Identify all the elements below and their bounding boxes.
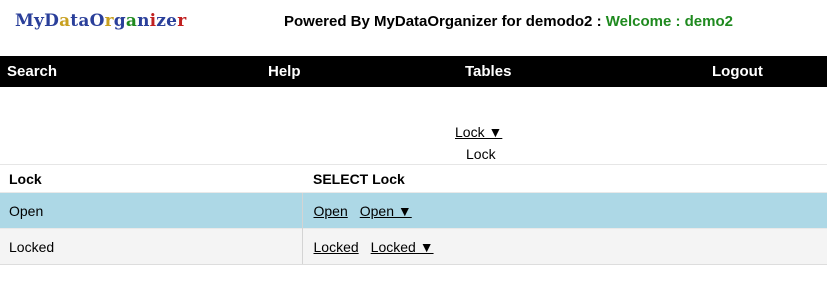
logo-letter: r [104, 11, 114, 31]
table-header-row: Lock SELECT Lock [0, 164, 827, 193]
logo-letter: e [166, 11, 178, 31]
open-dropdown-link[interactable]: Open ▼ [360, 203, 412, 219]
column-header-select-lock: SELECT Lock [302, 164, 827, 193]
powered-by-banner: Powered By MyDataOrganizer for demodo2 :… [284, 13, 733, 30]
main-nav: Search Help Tables Logout [0, 56, 827, 87]
lock-filter-label: Lock [466, 146, 496, 162]
logo-letter: M [15, 11, 35, 31]
logo-letter: z [156, 11, 167, 31]
logo-letter: a [78, 11, 90, 31]
lock-filter-dropdown[interactable]: Lock ▼ [455, 124, 502, 140]
select-locked-link[interactable]: Locked [314, 239, 359, 255]
logo-letter: a [125, 11, 138, 31]
logo-letter: y [34, 11, 45, 31]
select-lock-cell: Open Open ▼ [301, 192, 827, 229]
logo-letter: r [177, 11, 187, 31]
nav-logout-link[interactable]: Logout [712, 63, 763, 80]
nav-tables-link[interactable]: Tables [465, 63, 511, 80]
logo-letter: O [89, 11, 105, 31]
header: MyDataOrganizer Powered By MyDataOrganiz… [0, 0, 827, 56]
lock-value-cell: Locked [0, 228, 302, 265]
logo-letter: D [44, 11, 60, 31]
nav-search-link[interactable]: Search [7, 63, 57, 80]
nav-help-link[interactable]: Help [268, 63, 301, 80]
table-row: Open Open Open ▼ [0, 192, 827, 229]
welcome-text: Welcome : demo2 [605, 13, 733, 30]
lock-value-cell: Open [0, 192, 302, 229]
locked-dropdown-link[interactable]: Locked ▼ [371, 239, 434, 255]
table-row: Locked Locked Locked ▼ [0, 228, 827, 265]
column-header-lock: Lock [0, 164, 302, 193]
lock-table: Lock SELECT Lock Open Open Open ▼ Locked … [0, 164, 827, 265]
select-lock-cell: Locked Locked ▼ [301, 228, 827, 265]
select-open-link[interactable]: Open [314, 203, 348, 219]
logo-letter: n [137, 11, 150, 31]
powered-by-text: Powered By MyDataOrganizer for demodo2 : [284, 13, 606, 30]
logo-letter: g [113, 11, 126, 31]
logo-letter: a [59, 11, 71, 31]
app-logo[interactable]: MyDataOrganizer [15, 11, 186, 31]
